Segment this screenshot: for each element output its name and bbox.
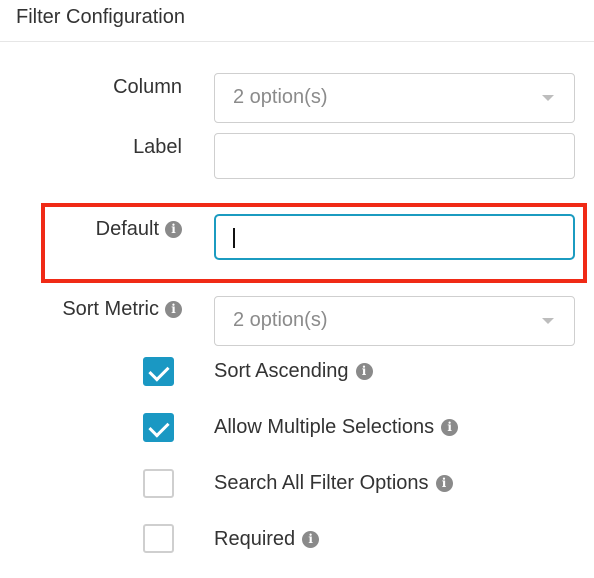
info-icon[interactable]: i (165, 221, 182, 238)
sort-metric-label-text: Sort Metric (62, 298, 159, 320)
column-select-placeholder: 2 option(s) (233, 86, 328, 108)
info-icon[interactable]: i (435, 475, 453, 492)
info-icon[interactable]: i (355, 363, 373, 380)
default-label: Default i (96, 218, 182, 241)
default-input[interactable] (214, 214, 575, 260)
text-cursor (233, 228, 235, 248)
sort-ascending-text: Sort Ascending (214, 360, 349, 382)
column-label-text: Column (113, 76, 182, 98)
label-field-label: Label (133, 136, 182, 159)
allow-multiple-checkbox[interactable] (143, 413, 174, 442)
search-all-text: Search All Filter Options (214, 472, 429, 494)
required-text: Required (214, 528, 296, 550)
search-all-checkbox[interactable] (143, 469, 174, 498)
required-label: Required i (214, 528, 320, 551)
check-icon (148, 416, 170, 438)
sort-metric-select[interactable]: 2 option(s) (214, 296, 575, 346)
column-select[interactable]: 2 option(s) (214, 73, 575, 123)
check-icon (148, 360, 170, 382)
column-label: Column (113, 76, 182, 99)
info-icon[interactable]: i (441, 419, 459, 436)
panel-header: Filter Configuration (0, 0, 594, 42)
panel-title: Filter Configuration (16, 6, 185, 28)
sort-metric-label: Sort Metric i (62, 298, 182, 321)
required-checkbox[interactable] (143, 524, 174, 553)
sort-ascending-checkbox[interactable] (143, 357, 174, 386)
label-input[interactable] (214, 133, 575, 179)
default-label-text: Default (95, 218, 159, 240)
chevron-down-icon (542, 318, 554, 324)
sort-ascending-label: Sort Ascending i (214, 360, 373, 383)
sort-metric-select-placeholder: 2 option(s) (233, 309, 328, 331)
info-icon[interactable]: i (302, 531, 320, 548)
allow-multiple-text: Allow Multiple Selections (214, 416, 435, 438)
search-all-label: Search All Filter Options i (214, 472, 453, 495)
chevron-down-icon (542, 95, 554, 101)
allow-multiple-label: Allow Multiple Selections i (214, 416, 459, 439)
label-field-label-text: Label (133, 136, 182, 158)
info-icon[interactable]: i (165, 301, 182, 318)
